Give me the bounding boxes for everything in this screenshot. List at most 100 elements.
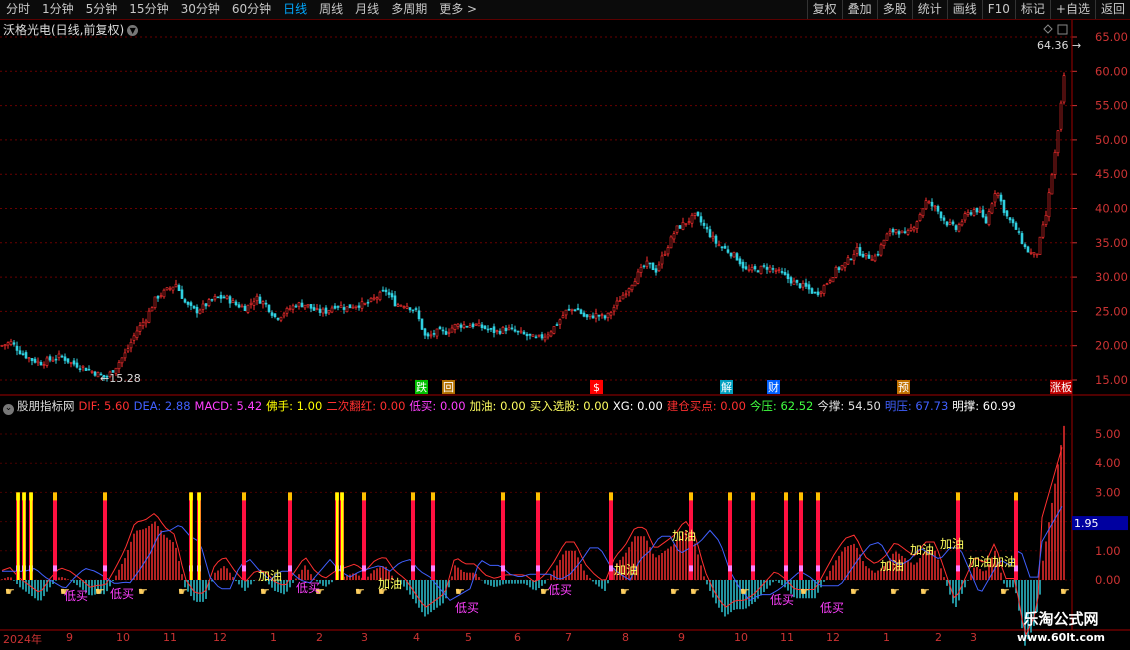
candle-body — [966, 212, 970, 215]
candle-body — [69, 362, 73, 364]
candle-body — [594, 313, 598, 319]
signal-label: 加油 — [992, 555, 1016, 569]
candle-body — [231, 300, 235, 304]
candle-body — [414, 308, 418, 310]
candle-body — [510, 327, 514, 330]
candle-body — [150, 307, 154, 312]
hand-icon: ☛ — [740, 585, 750, 598]
indicator-menu-icon[interactable]: ⌄ — [3, 404, 14, 415]
candle-body — [339, 305, 343, 308]
candle-body — [216, 296, 220, 299]
indicator-field-6: 加油: 0.00 — [469, 399, 526, 413]
candle-body — [255, 295, 259, 302]
candle-body — [528, 333, 532, 336]
candle-body — [420, 318, 424, 330]
indicator-tick-label: 0.00 — [1095, 573, 1121, 587]
candle-body — [936, 206, 940, 212]
candle-body — [492, 326, 496, 333]
candle-body — [264, 302, 268, 305]
candle-body — [168, 287, 172, 290]
candle-body — [798, 283, 802, 289]
candle-body — [93, 371, 97, 376]
candle-body — [360, 301, 364, 309]
signal-label: 加油 — [258, 569, 282, 583]
candle-body — [273, 313, 277, 318]
candle-body — [624, 293, 628, 296]
indicator-field-11: 今撑: 54.50 — [817, 399, 881, 413]
candle-body — [1002, 199, 1006, 213]
candle-body — [27, 357, 31, 360]
candle-body — [249, 302, 253, 305]
date-tick-2: 10 — [116, 631, 130, 644]
candle-body — [186, 301, 190, 305]
indicator-field-7: 买入选股: 0.00 — [529, 399, 609, 413]
candle-body — [750, 267, 754, 271]
candle-body — [1008, 217, 1012, 221]
signal-spike-base — [501, 565, 505, 572]
candle-body — [939, 211, 943, 219]
candle-body — [831, 277, 835, 283]
candle-body — [75, 362, 79, 368]
candle-body — [735, 253, 739, 261]
candle-body — [708, 229, 712, 238]
candle-body — [888, 230, 892, 234]
date-tick-9: 5 — [465, 631, 472, 644]
indicator-tick-label: 3.00 — [1095, 485, 1121, 499]
price-tick-label: 35.00 — [1095, 236, 1128, 250]
candle-body — [489, 328, 493, 330]
candle-body — [765, 266, 769, 270]
date-tick-7: 3 — [361, 631, 368, 644]
candle-body — [948, 222, 952, 225]
indicator-name[interactable]: 股朋指标网 — [17, 399, 75, 413]
hand-icon: ☛ — [850, 585, 860, 598]
fo-shou-bar — [341, 492, 344, 580]
candle-body — [207, 299, 211, 306]
candle-body — [570, 308, 574, 311]
candle-body — [219, 294, 223, 299]
candle-body — [954, 225, 958, 230]
signal-spike-base — [689, 565, 693, 572]
candle-body — [519, 330, 523, 333]
candle-body — [516, 330, 520, 333]
hand-icon: ☛ — [800, 585, 810, 598]
date-tick-3: 11 — [163, 631, 177, 644]
candle-body — [558, 319, 562, 325]
candle-body — [144, 320, 148, 324]
fo-shou-bar — [198, 492, 201, 580]
indicator-field-8: XG: 0.00 — [612, 399, 663, 413]
candle-body — [693, 212, 697, 216]
candle-body — [747, 269, 751, 271]
candle-body — [855, 247, 859, 254]
candle-body — [138, 325, 142, 332]
candle-body — [876, 253, 880, 256]
candle-body — [309, 304, 313, 309]
price-tick-label: 65.00 — [1095, 30, 1128, 44]
candle-body — [882, 239, 886, 246]
candle-body — [636, 271, 640, 284]
signal-spike-base — [751, 565, 755, 572]
candle-body — [48, 356, 52, 361]
candle-body — [348, 304, 352, 309]
hand-icon: ☛ — [355, 585, 365, 598]
candle-body — [699, 216, 703, 223]
candle-body — [843, 262, 847, 268]
price-tick-label: 50.00 — [1095, 133, 1128, 147]
panel-toggle-icon — [1057, 24, 1068, 35]
signal-label: 低买 — [110, 587, 134, 601]
candle-body — [903, 231, 907, 233]
hand-icon: ☛ — [920, 585, 930, 598]
candle-body — [774, 270, 778, 272]
kline-chart[interactable]: 65.0060.0055.0050.0045.0040.0035.0030.00… — [0, 0, 1130, 650]
candle-body — [633, 281, 637, 287]
candle-body — [870, 259, 874, 261]
candle-body — [240, 305, 244, 308]
signal-label: 加油 — [614, 563, 638, 577]
candle-body — [57, 353, 61, 358]
candle-body — [759, 265, 763, 274]
signal-spike-base — [728, 565, 732, 572]
candle-body — [408, 307, 412, 311]
candle-body — [600, 314, 604, 316]
candle-body — [513, 329, 517, 332]
candle-body — [981, 209, 985, 218]
candle-body — [429, 334, 433, 337]
